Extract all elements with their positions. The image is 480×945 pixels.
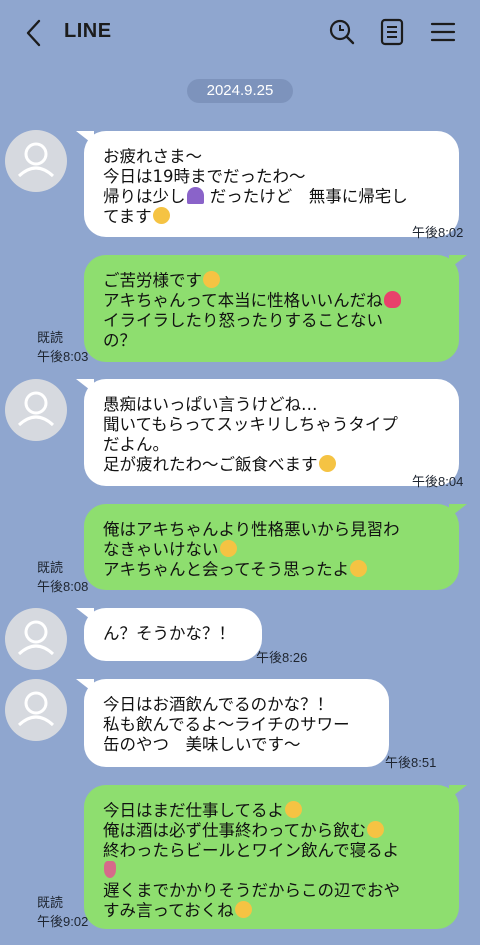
avatar[interactable] — [5, 679, 67, 741]
avatar[interactable] — [5, 608, 67, 670]
grin-emoji-icon — [367, 821, 385, 838]
message-line: すみ言っておくね — [103, 901, 234, 920]
message-line: 俺は酒は必ず仕事終わってから飲む — [103, 821, 367, 840]
message-line: 缶のやつ 美味しいです〜 — [103, 735, 301, 754]
smile-emoji-icon — [203, 271, 220, 288]
kiss-emoji-icon — [234, 901, 252, 918]
message-line: アキちゃんと会ってそう思ったよ — [103, 560, 350, 579]
wine-glass-emoji-icon — [104, 861, 116, 878]
back-chevron-icon[interactable] — [22, 18, 48, 48]
message-time: 午後8:51 — [385, 755, 437, 770]
message-line: 帰りは少し — [103, 187, 186, 206]
message-bubble[interactable]: 今日はまだ仕事してるよ 俺は酒は必ず仕事終わってから飲む 終わったらビールとワイ… — [84, 785, 467, 929]
message-bubble[interactable]: 俺はアキちゃんより性格悪いから見習わ なきゃいけない アキちゃんと会ってそう思っ… — [84, 504, 467, 590]
laughing-emoji-icon — [350, 560, 368, 577]
date-separator: 2024.9.25 — [187, 79, 293, 103]
message-line: 愚痴はいっぱい言うけどね… — [103, 395, 318, 414]
message-bubble[interactable]: ん？そうかな？！ — [76, 608, 262, 661]
search-icon[interactable] — [327, 17, 357, 47]
avatar[interactable] — [5, 130, 67, 192]
menu-icon[interactable] — [428, 17, 458, 47]
avatar[interactable] — [5, 379, 67, 441]
read-receipt: 既読 午後8:03 — [37, 330, 89, 364]
message-line: イライラしたり怒ったりすることない — [103, 311, 384, 330]
message-bubble[interactable]: 今日はお酒飲んでるのかな？！ 私も飲んでるよ〜ライチのサワー 缶のやつ 美味しい… — [76, 679, 389, 767]
heart-emoji-icon — [383, 291, 401, 308]
message-line: お疲れさま〜 — [103, 147, 202, 166]
message-time: 午後8:26 — [256, 650, 308, 665]
chat-header: LINE — [0, 0, 480, 66]
message-line: ん？そうかな？！ — [103, 624, 235, 643]
message-line: の？ — [103, 331, 136, 350]
message-line: てます — [103, 207, 152, 226]
message-time: 午後8:04 — [412, 474, 464, 489]
message-line: アキちゃんって本当に性格いいんだね — [103, 291, 383, 310]
message-line: 俺はアキちゃんより性格悪いから見習わ — [103, 520, 400, 539]
message-line: ご苦労様です — [103, 271, 202, 290]
message-bubble[interactable]: ご苦労様です アキちゃんって本当に性格いいんだね イライラしたり怒ったりすること… — [84, 255, 467, 362]
umbrella-emoji-icon — [186, 187, 204, 204]
message-line: 今日はお酒飲んでるのかな？！ — [103, 695, 334, 714]
message-line: 足が疲れたわ〜ご飯食べます — [103, 455, 318, 474]
message-line: だったけど 無事に帰宅し — [204, 187, 408, 206]
message-line: 今日は19時までだったわ〜 — [103, 167, 306, 186]
message-line: 私も飲んでるよ〜ライチのサワー — [103, 715, 350, 734]
laughing-emoji-icon — [285, 801, 303, 818]
message-line: だよん。 — [103, 435, 169, 454]
message-line: 今日はまだ仕事してるよ — [103, 801, 285, 820]
message-bubble[interactable]: お疲れさま〜 今日は19時までだったわ〜 帰りは少し だったけど 無事に帰宅し … — [76, 131, 459, 237]
message-line: 遅くまでかかりそうだからこの辺でおや — [103, 881, 400, 900]
sweat-emoji-icon — [219, 540, 237, 557]
heart-eyes-emoji-icon — [152, 207, 170, 224]
message-time: 午後8:02 — [412, 225, 464, 240]
message-bubble[interactable]: 愚痴はいっぱい言うけどね… 聞いてもらってスッキリしちゃうタイプ だよん。 足が… — [76, 379, 459, 486]
message-line: 終わったらビールとワイン飲んで寝るよ — [103, 841, 400, 860]
chat-title: LINE — [64, 20, 112, 42]
message-line: 聞いてもらってスッキリしちゃうタイプ — [103, 415, 398, 434]
notes-icon[interactable] — [377, 17, 407, 47]
read-receipt: 既読 午後8:08 — [37, 560, 89, 594]
smile-emoji-icon — [318, 455, 336, 472]
message-line: なきゃいけない — [103, 540, 219, 559]
read-receipt: 既読 午後9:02 — [37, 895, 89, 929]
